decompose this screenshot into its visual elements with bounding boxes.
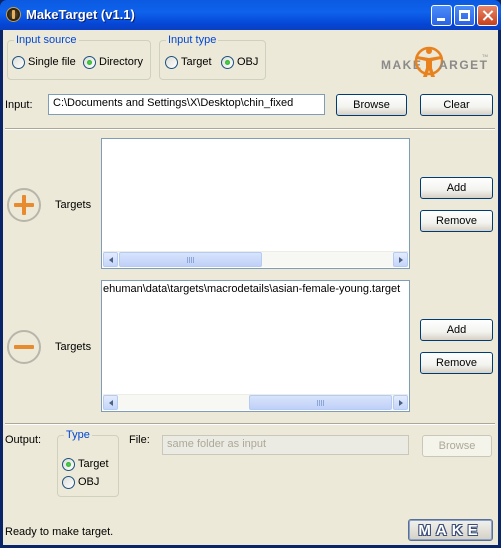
scroll-thumb[interactable] xyxy=(249,395,392,410)
logo-text-right: ARGET xyxy=(439,58,489,72)
remove-targets-list[interactable]: ehuman\data\targets\macrodetails\asian-f… xyxy=(101,280,410,412)
input-type-legend: Input type xyxy=(166,34,219,46)
scroll-left-arrow-icon[interactable] xyxy=(103,252,118,267)
maximize-button[interactable] xyxy=(454,5,475,26)
minimize-button[interactable] xyxy=(431,5,452,26)
logo-tm: TM xyxy=(482,53,488,58)
add-targets-hscrollbar[interactable] xyxy=(103,251,408,267)
remove-targets-hscrollbar[interactable] xyxy=(103,394,408,410)
add-targets-add-button[interactable]: Add xyxy=(420,177,493,199)
input-browse-button[interactable]: Browse xyxy=(336,94,407,116)
minus-circle-icon xyxy=(7,330,41,364)
radio-directory[interactable] xyxy=(83,56,96,69)
radio-single-file-label[interactable]: Single file xyxy=(28,56,76,68)
radio-directory-label[interactable]: Directory xyxy=(99,56,143,68)
add-targets-list[interactable] xyxy=(101,138,410,269)
scroll-thumb[interactable] xyxy=(119,252,262,267)
radio-output-target-label[interactable]: Target xyxy=(78,458,109,470)
radio-single-file[interactable] xyxy=(12,56,25,69)
list-item[interactable]: ehuman\data\targets\macrodetails\asian-f… xyxy=(103,283,400,295)
input-clear-button[interactable]: Clear xyxy=(420,94,493,116)
make-button[interactable]: MAKE xyxy=(408,519,493,541)
output-file-field[interactable]: same folder as input xyxy=(162,435,409,455)
radio-output-obj-label[interactable]: OBJ xyxy=(78,476,99,488)
app-icon[interactable] xyxy=(6,7,21,22)
divider xyxy=(5,128,495,130)
input-source-group: Input source Single file Directory xyxy=(7,34,151,80)
status-text: Ready to make target. xyxy=(5,526,114,538)
input-label: Input: xyxy=(5,99,33,111)
remove-targets-remove-button[interactable]: Remove xyxy=(420,352,493,374)
input-source-legend: Input source xyxy=(14,34,79,46)
title-bar[interactable]: MakeTarget (v1.1) xyxy=(0,0,501,30)
radio-output-target[interactable] xyxy=(62,458,75,471)
radio-type-target[interactable] xyxy=(165,56,178,69)
add-targets-remove-button[interactable]: Remove xyxy=(420,210,493,232)
output-type-legend: Type xyxy=(64,429,92,441)
output-browse-button[interactable]: Browse xyxy=(422,435,492,457)
remove-targets-add-button[interactable]: Add xyxy=(420,319,493,341)
input-path-field[interactable]: C:\Documents and Settings\X\Desktop\chin… xyxy=(48,94,325,115)
window-title: MakeTarget (v1.1) xyxy=(26,7,135,22)
scroll-left-arrow-icon[interactable] xyxy=(103,395,118,410)
scroll-right-arrow-icon[interactable] xyxy=(393,395,408,410)
output-file-label: File: xyxy=(129,434,150,446)
radio-type-obj-label[interactable]: OBJ xyxy=(237,56,258,68)
app-window: MakeTarget (v1.1) Input source Single fi… xyxy=(0,0,501,548)
input-type-group: Input type Target OBJ xyxy=(159,34,266,80)
close-button[interactable] xyxy=(477,5,498,26)
add-targets-label: Targets xyxy=(55,199,92,211)
scroll-right-arrow-icon[interactable] xyxy=(393,252,408,267)
maketarget-logo: MAKE ARGET TM xyxy=(379,42,491,82)
radio-type-target-label[interactable]: Target xyxy=(181,56,212,68)
plus-circle-icon xyxy=(7,188,41,222)
remove-targets-label: Targets xyxy=(55,341,92,353)
divider xyxy=(5,423,495,425)
output-type-group: Type Target OBJ xyxy=(57,429,119,497)
radio-type-obj[interactable] xyxy=(221,56,234,69)
dialog-body: Input source Single file Directory Input… xyxy=(3,30,498,545)
radio-output-obj[interactable] xyxy=(62,476,75,489)
output-label: Output: xyxy=(5,434,42,446)
